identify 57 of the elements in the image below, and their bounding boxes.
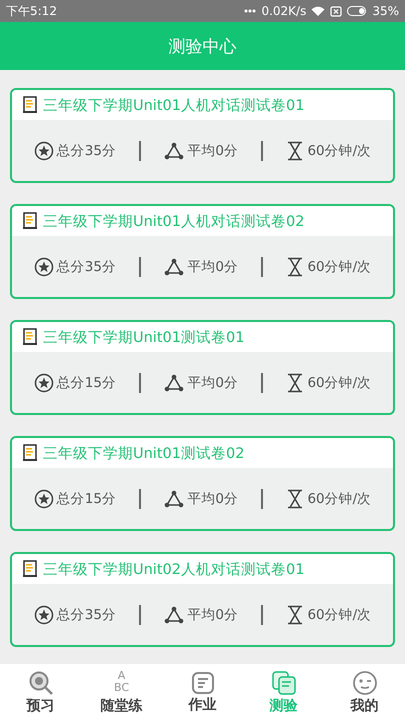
test-title: 三年级下学期Unit01人机对话测试卷01 [43,96,304,114]
triangle-nodes-icon [164,490,184,508]
triangle-nodes-icon [164,258,184,276]
test-card[interactable]: 三年级下学期Unit01测试卷02 总分15分 平均0分 60分钟/次 [10,436,395,531]
more-icon [244,9,256,13]
battery-icon [347,6,368,16]
wifi-icon [311,6,326,16]
average-score: 平均0分 [187,374,238,392]
search-icon [28,670,54,696]
hourglass-icon [286,488,304,508]
nav-tab[interactable]: 我的 [330,670,400,714]
test-title: 三年级下学期Unit01测试卷02 [43,444,244,462]
duration: 60分钟/次 [307,258,372,276]
triangle-nodes-icon [164,606,184,624]
total-score: 总分35分 [56,142,116,160]
total-score: 总分35分 [56,606,116,624]
test-card[interactable]: 三年级下学期Unit01人机对话测试卷01 总分35分 平均0分 60分钟/次 [10,88,395,183]
triangle-nodes-icon [164,374,184,392]
hourglass-icon [286,372,304,392]
network-speed: 0.02K/s [261,4,306,18]
nav-tab[interactable]: 预习 [6,670,76,714]
test-title: 三年级下学期Unit01测试卷01 [43,328,244,346]
test-title: 三年级下学期Unit02人机对话测试卷01 [43,560,304,578]
total-score: 总分15分 [56,374,116,392]
document-icon [22,212,38,230]
duration: 60分钟/次 [307,374,372,392]
duration: 60分钟/次 [307,490,372,508]
document-icon [22,560,38,578]
test-title: 三年级下学期Unit01人机对话测试卷02 [43,212,304,230]
battery-level: 35% [372,4,399,18]
document-icon [22,444,38,462]
document-icon [22,96,38,114]
test-card[interactable]: 三年级下学期Unit01测试卷01 总分15分 平均0分 60分钟/次 [10,320,395,415]
average-score: 平均0分 [187,142,238,160]
nav-tab[interactable]: A BC 随堂练 [86,670,156,714]
triangle-nodes-icon [164,142,184,160]
average-score: 平均0分 [187,258,238,276]
hourglass-icon [286,604,304,624]
duration: 60分钟/次 [307,606,372,624]
letters-icon: A BC [114,670,130,696]
test-card[interactable]: 三年级下学期Unit01人机对话测试卷02 总分35分 平均0分 60分钟/次 [10,204,395,299]
hourglass-icon [286,140,304,160]
papers-icon [270,670,296,696]
total-score: 总分15分 [56,490,116,508]
status-time: 下午5:12 [6,2,57,20]
nav-tab[interactable]: 作业 [168,670,238,714]
page-title: 测验中心 [168,36,236,58]
test-card[interactable]: 三年级下学期Unit02人机对话测试卷01 总分35分 平均0分 60分钟/次 [10,552,395,647]
average-score: 平均0分 [187,606,238,624]
document-icon [22,328,38,346]
list-icon [190,670,214,694]
average-score: 平均0分 [187,490,238,508]
duration: 60分钟/次 [307,142,372,160]
sim-icon [330,6,342,16]
hourglass-icon [286,256,304,276]
smiley-icon [352,670,378,696]
total-score: 总分35分 [56,258,116,276]
